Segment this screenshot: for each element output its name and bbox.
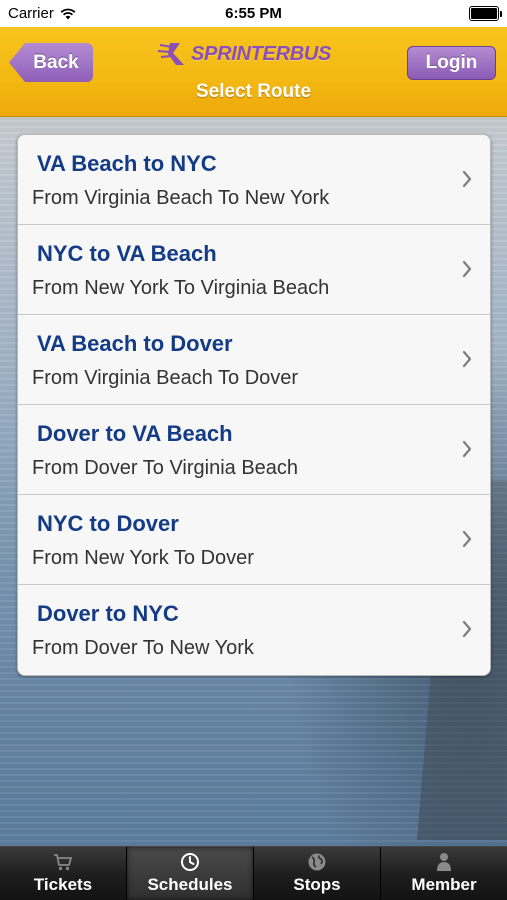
tab-member[interactable]: Member: [381, 847, 507, 900]
route-subtitle: From Virginia Beach To Dover: [32, 367, 299, 389]
route-item-nyc-to-va-beach[interactable]: NYC to VA Beach From New York To Virgini…: [18, 225, 490, 315]
page-title: Select Route: [195, 81, 312, 102]
navigation-bar: Back SPRINTERBUS Select Route Login: [0, 27, 507, 117]
person-icon: [434, 852, 454, 872]
route-title: NYC to VA Beach: [37, 241, 217, 266]
chevron-right-icon: [462, 350, 472, 368]
sprinterbus-logo: SPRINTERBUS: [158, 37, 338, 71]
status-time: 6:55 PM: [225, 5, 282, 22]
chevron-right-icon: [462, 260, 472, 278]
tab-bar: Tickets Schedules Stops Member: [0, 846, 507, 900]
route-subtitle: From Dover To New York: [32, 637, 254, 659]
route-title: VA Beach to Dover: [37, 331, 233, 356]
tab-label: Tickets: [33, 875, 93, 894]
route-item-va-beach-to-dover[interactable]: VA Beach to Dover From Virginia Beach To…: [18, 315, 490, 405]
battery-icon: [469, 6, 502, 21]
bus-logo-icon: [158, 43, 184, 65]
chevron-right-icon: [462, 530, 472, 548]
route-subtitle: From Dover To Virginia Beach: [32, 457, 299, 479]
route-title: Dover to VA Beach: [37, 421, 233, 446]
route-title: Dover to NYC: [37, 601, 179, 626]
tab-label: Schedules: [147, 875, 233, 894]
route-item-va-beach-to-nyc[interactable]: VA Beach to NYC From Virginia Beach To N…: [18, 135, 490, 225]
chevron-right-icon: [462, 620, 472, 638]
route-list: VA Beach to NYC From Virginia Beach To N…: [17, 134, 491, 676]
route-item-dover-to-nyc[interactable]: Dover to NYC From Dover To New York: [18, 585, 490, 675]
route-subtitle: From New York To Virginia Beach: [32, 277, 330, 299]
tab-schedules[interactable]: Schedules: [127, 847, 254, 900]
route-subtitle: From New York To Dover: [32, 547, 254, 569]
chevron-right-icon: [462, 440, 472, 458]
logo-text: SPRINTERBUS: [191, 42, 332, 65]
route-subtitle: From Virginia Beach To New York: [32, 187, 330, 209]
login-button[interactable]: Login: [407, 46, 496, 80]
route-item-dover-to-va-beach[interactable]: Dover to VA Beach From Dover To Virginia…: [18, 405, 490, 495]
tab-tickets[interactable]: Tickets: [0, 847, 127, 900]
status-bar: Carrier 6:55 PM: [0, 0, 507, 27]
tab-label: Member: [411, 875, 477, 894]
tab-stops[interactable]: Stops: [254, 847, 381, 900]
route-title: VA Beach to NYC: [37, 151, 217, 176]
route-title: NYC to Dover: [37, 511, 179, 536]
tab-label: Stops: [293, 875, 341, 894]
chevron-right-icon: [462, 170, 472, 188]
clock-icon: [180, 852, 200, 872]
back-button[interactable]: Back: [9, 43, 93, 82]
cart-icon: [53, 852, 73, 872]
globe-icon: [307, 852, 327, 872]
route-item-nyc-to-dover[interactable]: NYC to Dover From New York To Dover: [18, 495, 490, 585]
